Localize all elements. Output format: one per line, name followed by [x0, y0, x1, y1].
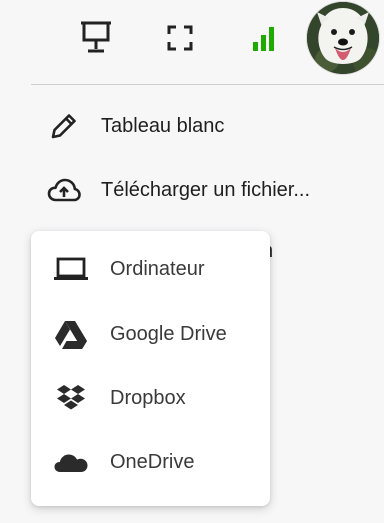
upload-file-menu-item[interactable]: Télécharger un fichier...: [30, 167, 384, 213]
laptop-icon: [51, 249, 91, 289]
dropdown-item-onedrive[interactable]: OneDrive: [31, 434, 270, 490]
dropbox-icon: [51, 378, 91, 418]
dropdown-item-dropbox[interactable]: Dropbox: [31, 370, 270, 426]
onedrive-icon: [51, 442, 91, 482]
avatar[interactable]: [307, 2, 379, 74]
whiteboard-label: Tableau blanc: [101, 114, 225, 137]
dropdown-item-label: Dropbox: [110, 386, 186, 409]
toolbar-divider: [31, 84, 384, 85]
dropdown-item-label: OneDrive: [110, 450, 195, 473]
signal-icon[interactable]: [243, 18, 283, 58]
dropdown-item-label: Google Drive: [110, 322, 227, 345]
fullscreen-icon[interactable]: [160, 18, 200, 58]
top-toolbar: [0, 0, 384, 84]
dropdown-item-label: Ordinateur: [110, 257, 205, 280]
upload-file-label: Télécharger un fichier...: [101, 178, 310, 201]
whiteboard-menu-item[interactable]: Tableau blanc: [30, 103, 384, 149]
dropdown-item-computer[interactable]: Ordinateur: [31, 241, 270, 297]
google-drive-icon: [51, 314, 91, 354]
cloud-upload-icon: [44, 170, 84, 210]
dropdown-item-google-drive[interactable]: Google Drive: [31, 306, 270, 362]
upload-source-dropdown: Ordinateur Google Drive Dropbox OneDrive: [31, 231, 270, 506]
presentation-icon[interactable]: [76, 18, 116, 58]
pencil-icon: [44, 106, 84, 146]
